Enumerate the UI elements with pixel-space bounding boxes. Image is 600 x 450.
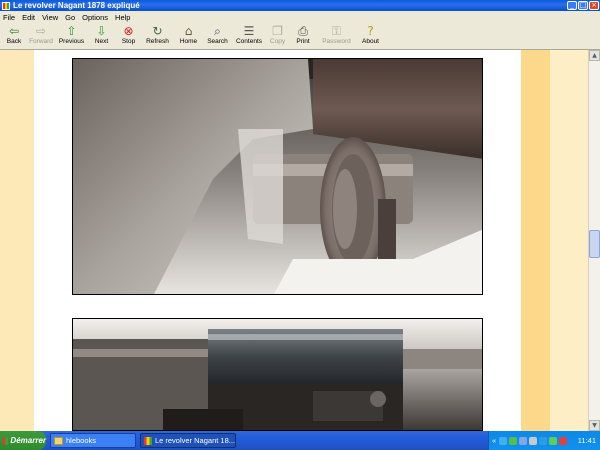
window-title: Le revolver Nagant 1878 expliqué: [13, 1, 140, 10]
toolbar-button-label: Home: [179, 38, 198, 45]
scroll-up-icon[interactable]: ▲: [589, 50, 600, 61]
toolbar-button-label: Next: [94, 38, 109, 45]
toolbar-button-label: Search: [207, 38, 228, 45]
print-icon: ⎙: [298, 23, 308, 38]
revolver-photo-1: [72, 58, 483, 295]
toolbar-forward-button[interactable]: ⇨ Forward: [26, 23, 56, 50]
stop-icon: ⊗: [123, 23, 134, 38]
toolbar-search-button[interactable]: ⌕ Search: [203, 23, 232, 50]
search-icon: ⌕: [214, 23, 221, 38]
folder-icon: [54, 436, 63, 445]
menu-go[interactable]: Go: [65, 13, 75, 22]
menu-edit[interactable]: Edit: [22, 13, 35, 22]
taskbar-item-nagant[interactable]: Le revolver Nagant 18...: [140, 433, 236, 448]
taskbar-item-label: hlebooks: [66, 436, 97, 445]
ebook-app-icon: [144, 436, 152, 445]
back-arrow-icon: ⇦: [8, 23, 20, 38]
home-icon: ⌂: [184, 23, 193, 38]
about-icon: ?: [367, 23, 374, 38]
left-margin: [0, 50, 34, 431]
start-label: Démarrer: [10, 436, 46, 445]
network-icon[interactable]: [499, 436, 508, 445]
toolbar-button-label: Password: [322, 38, 351, 45]
copy-icon: ❐: [272, 23, 283, 38]
toolbar-button-label: Print: [296, 38, 310, 45]
taskbar: Démarrer hlebooks Le revolver Nagant 18.…: [0, 431, 600, 450]
key-icon: ⚿: [331, 23, 342, 38]
toolbar-button-label: Stop: [121, 38, 136, 45]
forward-arrow-icon: ⇨: [35, 23, 47, 38]
toolbar-refresh-button[interactable]: ↻ Refresh: [141, 23, 174, 50]
toolbar-button-label: About: [362, 38, 379, 45]
toolbar-copy-button[interactable]: ❐ Copy: [266, 23, 289, 50]
menu-options[interactable]: Options: [82, 13, 108, 22]
menu-help[interactable]: Help: [115, 13, 130, 22]
toolbar-button-label: Refresh: [146, 38, 169, 45]
toolbar-button-label: Previous: [58, 38, 85, 45]
toolbar: ⇦ Back ⇨ Forward ⇧ Previous ⇩ Next ⊗ Stop ↻ Refresh…: [0, 23, 600, 50]
start-button[interactable]: Démarrer: [0, 431, 46, 450]
down-arrow-icon: ⇩: [96, 23, 107, 38]
maximize-button[interactable]: □: [578, 1, 588, 10]
menu-view[interactable]: View: [42, 13, 58, 22]
toolbar-back-button[interactable]: ⇦ Back: [2, 23, 26, 50]
toolbar-button-label: Forward: [29, 38, 53, 45]
revolver-photo-2: [72, 318, 483, 431]
windows-logo-icon: [3, 436, 9, 445]
right-margin: [550, 50, 588, 431]
scrollbar-thumb[interactable]: [589, 230, 600, 258]
messenger-icon[interactable]: [519, 436, 528, 445]
toolbar-button-label: Copy: [269, 38, 286, 45]
toolbar-contents-button[interactable]: ☰ Contents: [232, 23, 266, 50]
security-icon[interactable]: [509, 436, 518, 445]
close-button[interactable]: ×: [589, 1, 599, 10]
menu-file[interactable]: File: [3, 13, 15, 22]
app-icon: [2, 1, 10, 10]
right-accent-stripe: [521, 50, 550, 431]
volume-icon[interactable]: [529, 436, 538, 445]
toolbar-about-button[interactable]: ? About: [356, 23, 385, 50]
title-bar[interactable]: Le revolver Nagant 1878 expliqué _ □ ×: [0, 0, 600, 11]
taskbar-item-hlebooks[interactable]: hlebooks: [50, 433, 136, 448]
sync-icon[interactable]: [539, 436, 548, 445]
shield-icon[interactable]: [549, 436, 558, 445]
toolbar-print-button[interactable]: ⎙ Print: [289, 23, 317, 50]
toolbar-button-label: Back: [6, 38, 22, 45]
taskbar-item-label: Le revolver Nagant 18...: [154, 436, 235, 445]
menu-bar: File Edit View Go Options Help: [0, 11, 600, 23]
refresh-icon: ↻: [152, 23, 163, 38]
toolbar-previous-button[interactable]: ⇧ Previous: [56, 23, 87, 50]
tray-expand-icon[interactable]: «: [492, 436, 496, 445]
antivirus-icon[interactable]: [559, 436, 568, 445]
toolbar-next-button[interactable]: ⇩ Next: [87, 23, 116, 50]
vertical-scrollbar[interactable]: ▲ ▼: [588, 50, 600, 431]
system-tray: « 11:41: [488, 431, 600, 450]
toolbar-home-button[interactable]: ⌂ Home: [174, 23, 203, 50]
up-arrow-icon: ⇧: [66, 23, 77, 38]
toolbar-button-label: Contents: [235, 38, 263, 45]
scroll-down-icon[interactable]: ▼: [589, 420, 600, 431]
clock[interactable]: 11:41: [578, 436, 596, 445]
toolbar-stop-button[interactable]: ⊗ Stop: [116, 23, 141, 50]
toolbar-password-button[interactable]: ⚿ Password: [317, 23, 356, 50]
contents-icon: ☰: [243, 23, 255, 38]
minimize-button[interactable]: _: [567, 1, 577, 10]
